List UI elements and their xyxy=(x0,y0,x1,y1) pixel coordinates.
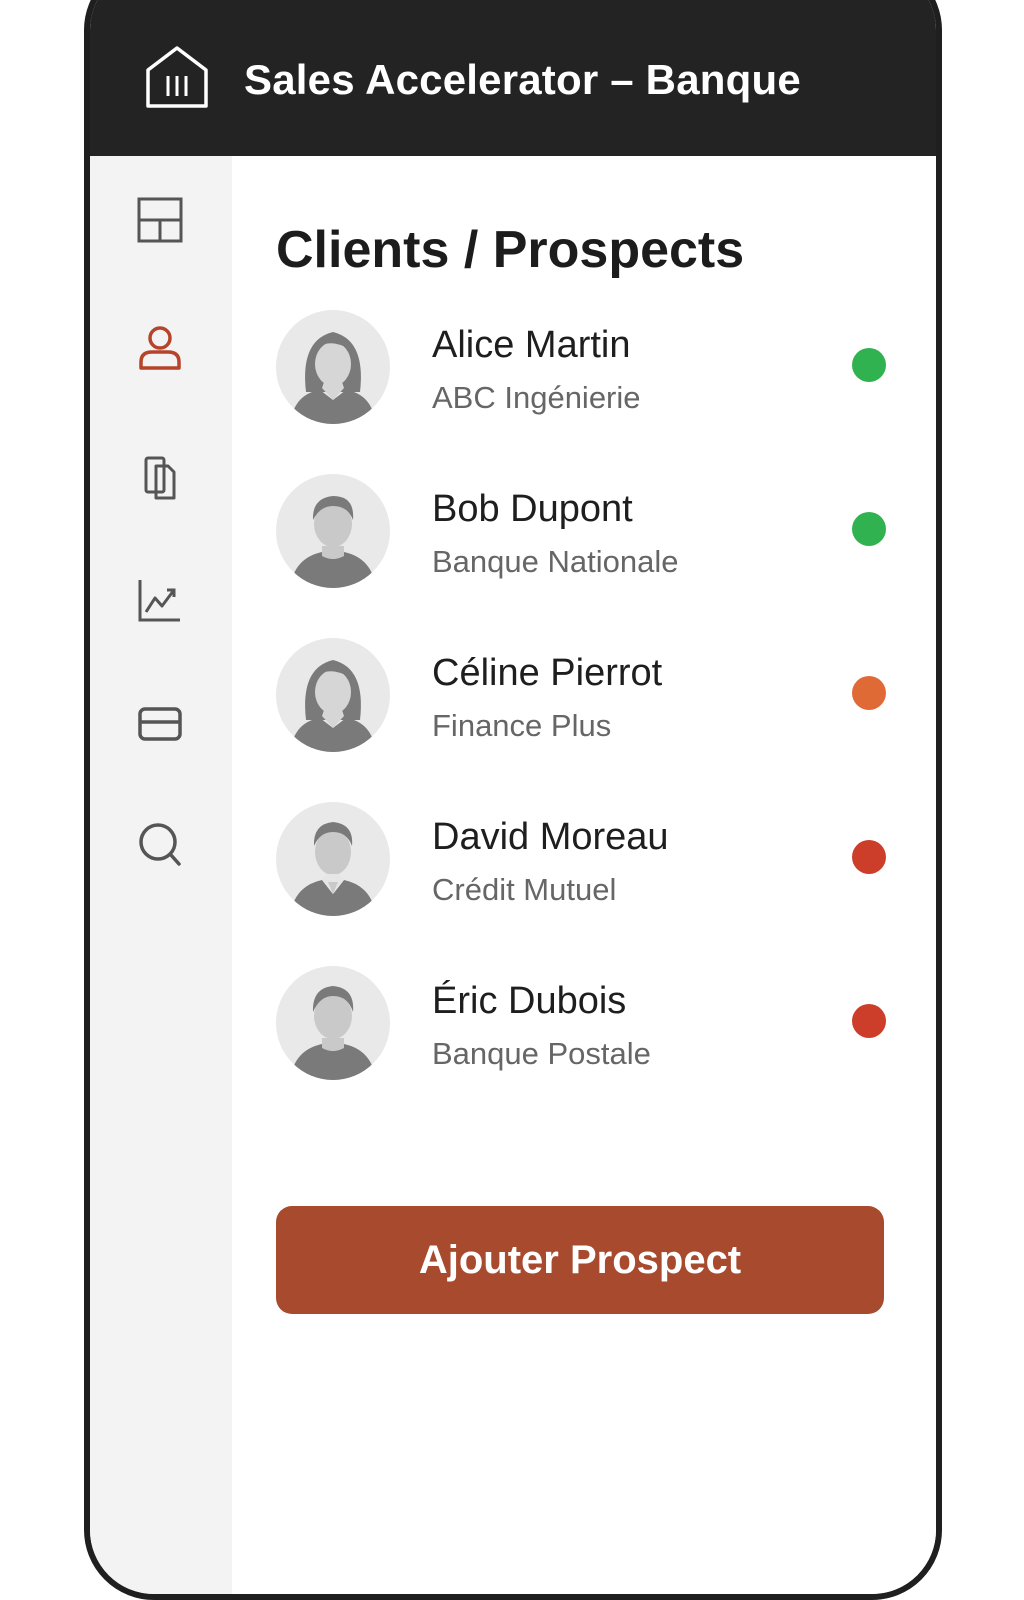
status-indicator xyxy=(852,1004,886,1038)
status-indicator xyxy=(852,676,886,710)
client-row[interactable]: Éric Dubois Banque Postale xyxy=(276,966,896,1086)
client-name: Alice Martin xyxy=(432,324,631,366)
client-company: ABC Ingénierie xyxy=(432,380,641,415)
client-name: Bob Dupont xyxy=(432,488,633,530)
client-row[interactable]: David Moreau Crédit Mutuel xyxy=(276,802,896,922)
male-avatar xyxy=(276,966,390,1080)
user-icon[interactable] xyxy=(136,324,184,372)
dashboard-icon[interactable] xyxy=(136,196,184,244)
client-row[interactable]: Alice Martin ABC Ingénierie xyxy=(276,310,896,430)
status-indicator xyxy=(852,348,886,382)
client-row[interactable]: Céline Pierrot Finance Plus xyxy=(276,638,896,758)
male-avatar xyxy=(276,802,390,916)
client-name: Céline Pierrot xyxy=(432,652,663,694)
sidebar xyxy=(90,156,232,1594)
status-indicator xyxy=(852,840,886,874)
documents-icon[interactable] xyxy=(136,454,184,502)
app-header: Sales Accelerator – Banque xyxy=(90,0,936,156)
bank-icon xyxy=(146,46,208,108)
add-prospect-button[interactable]: Ajouter Prospect xyxy=(276,1206,884,1314)
client-name: Éric Dubois xyxy=(432,980,627,1022)
credit-card-icon[interactable] xyxy=(136,700,184,748)
search-icon[interactable] xyxy=(136,820,184,868)
page-title: Clients / Prospects xyxy=(276,221,745,279)
status-indicator xyxy=(852,512,886,546)
client-company: Finance Plus xyxy=(432,708,612,743)
client-row[interactable]: Bob Dupont Banque Nationale xyxy=(276,474,896,594)
client-company: Banque Postale xyxy=(432,1036,651,1071)
client-company: Crédit Mutuel xyxy=(432,872,617,907)
female-avatar xyxy=(276,310,390,424)
client-company: Banque Nationale xyxy=(432,544,679,579)
female-avatar xyxy=(276,638,390,752)
client-name: David Moreau xyxy=(432,816,669,858)
analytics-chart-icon[interactable] xyxy=(136,576,184,624)
main-content: Clients / Prospects Alice Martin ABC Ing… xyxy=(232,156,936,1594)
app-title: Sales Accelerator – Banque xyxy=(244,56,801,103)
male-avatar xyxy=(276,474,390,588)
phone-frame: Sales Accelerator – Banque Clients / Pro… xyxy=(84,0,942,1600)
